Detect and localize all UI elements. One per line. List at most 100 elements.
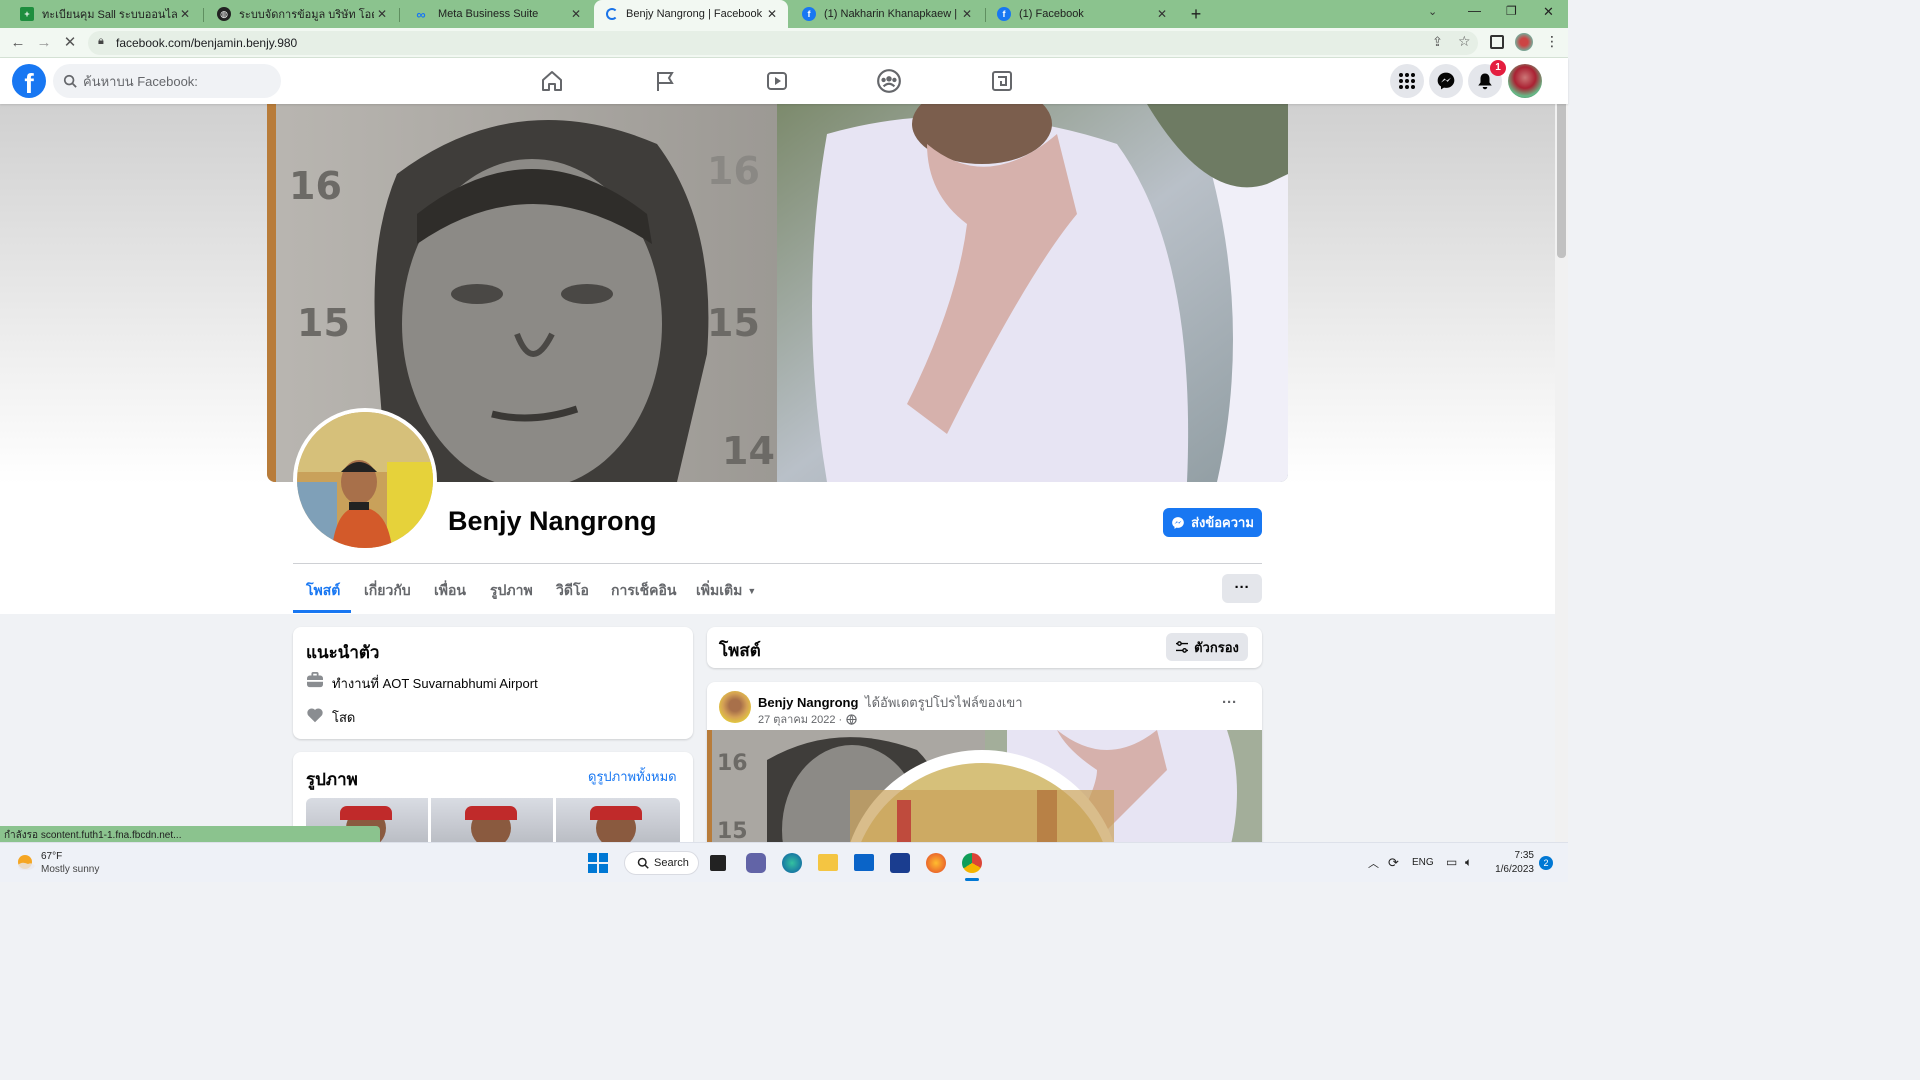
display-icon[interactable]: ▭ [1446,855,1457,869]
tab-more[interactable]: เพิ่มเติม ▼ [696,580,756,602]
tab-checkins[interactable]: การเช็คอิน [611,580,677,602]
post-menu-button[interactable]: ··· [1222,694,1237,711]
lock-icon[interactable]: 🔒︎ [98,35,104,48]
browser-tab-active[interactable]: Benjy Nangrong | Facebook ✕ [594,0,788,28]
browser-tab[interactable]: f (1) Nakharin Khanapkaew | Facet ✕ [790,0,983,28]
file-explorer-icon[interactable] [818,854,838,871]
active-app-indicator [965,878,979,881]
weather-desc[interactable]: Mostly sunny [41,864,99,875]
post-image[interactable]: 16 15 [707,730,1262,852]
tab-photos[interactable]: รูปภาพ [490,580,533,602]
caret-down-icon: ▼ [747,586,757,596]
close-icon[interactable]: ✕ [764,7,780,21]
close-icon[interactable]: ✕ [374,7,390,21]
facebook-logo[interactable]: f [12,64,46,98]
close-window-button[interactable]: ✕ [1543,4,1554,20]
facebook-icon: f [997,7,1011,21]
browser-tab[interactable]: ◍ ระบบจัดการข้อมูล บริษัท โอตลูกเอ็ด จ ✕ [205,0,398,28]
stop-loading-button[interactable]: ✕ [60,33,80,53]
notification-center-badge[interactable]: 2 [1539,856,1553,870]
close-icon[interactable]: ✕ [1154,7,1170,21]
edge-icon[interactable] [782,853,802,873]
browser-tab[interactable]: + ทะเบียนคุม Sall ระบบออนไลน์.xlsx - G ✕ [8,0,201,28]
mail-icon[interactable] [854,854,874,871]
volume-icon[interactable]: 🔈︎ [1465,855,1472,870]
weather-temp[interactable]: 67°F [41,851,62,862]
search-icon [63,74,77,88]
svg-text:16: 16 [717,751,748,776]
photos-title: รูปภาพ [306,770,358,789]
chevron-up-icon[interactable]: ︿ [1368,855,1379,871]
task-view-icon[interactable] [710,855,726,871]
nav-watch[interactable] [762,66,792,96]
nav-gaming[interactable] [987,66,1017,96]
sync-icon[interactable]: ⟳ [1388,855,1399,871]
send-message-button[interactable]: ส่งข้อความ [1163,508,1262,537]
tab-posts[interactable]: โพสต์ [306,580,340,602]
tab-more-label: เพิ่มเติม [696,582,743,598]
post-date[interactable]: 27 ตุลาคม 2022 · [758,710,842,728]
tab-title: (1) Nakharin Khanapkaew | Facet [824,8,959,20]
kebab-menu-icon[interactable]: ⋮ [1545,33,1559,50]
profile-more-button[interactable]: ··· [1222,574,1262,603]
share-icon[interactable]: ⇪ [1432,34,1443,50]
forward-button[interactable]: → [34,33,54,53]
filter-label: ตัวกรอง [1194,639,1239,655]
browser-tab[interactable]: ∞ Meta Business Suite ✕ [400,0,592,28]
tab-videos[interactable]: วิดีโอ [556,580,589,602]
browser-tab[interactable]: f (1) Facebook ✕ [985,0,1178,28]
close-icon[interactable]: ✕ [177,7,193,21]
post-card: Benjy Nangrong ได้อัพเดตรูปโปรไฟล์ของเขา… [707,682,1262,852]
search-input[interactable]: ค้นหาบน Facebook: [83,71,198,92]
bell-icon [1478,73,1492,90]
nav-groups[interactable] [874,66,904,96]
taskbar-search[interactable]: Search [624,851,699,875]
firefox-icon[interactable] [926,853,946,873]
sheets-icon: + [20,7,34,21]
menu-button[interactable] [1390,64,1424,98]
intro-card: แนะนำตัว ทำงานที่ AOT Suvarnabhumi Airpo… [293,627,693,739]
teams-icon[interactable] [746,853,766,873]
clock-time[interactable]: 7:35 [1494,850,1534,861]
tab-search-icon[interactable]: ⌄ [1428,5,1437,18]
restore-button[interactable]: ❐ [1506,4,1517,18]
chrome-icon[interactable] [962,853,982,873]
star-icon[interactable]: ☆ [1458,33,1471,50]
nav-pages[interactable] [650,66,680,96]
post-action: ได้อัพเดตรูปโปรไฟล์ของเขา [865,695,1023,710]
minimize-button[interactable]: — [1468,3,1481,18]
close-icon[interactable]: ✕ [959,7,975,21]
gaming-icon [992,71,1012,91]
app-icon[interactable] [890,853,910,873]
close-icon[interactable]: ✕ [568,7,584,21]
post-image-graphic: 16 15 [707,730,1262,852]
chrome-profile-avatar[interactable] [1515,33,1533,51]
post-author[interactable]: Benjy Nangrong [758,695,858,710]
account-avatar[interactable] [1508,64,1542,98]
messenger-button[interactable] [1429,64,1463,98]
intro-relationship: โสด [332,710,356,725]
profile-picture[interactable] [293,408,437,552]
windows-start-icon[interactable] [588,853,608,873]
intro-work: ทำงานที่ AOT Suvarnabhumi Airport [332,676,538,691]
back-button[interactable]: ← [8,33,28,53]
post-author-avatar[interactable] [719,691,751,723]
see-all-photos-link[interactable]: ดูรูปภาพทั้งหมด [588,766,677,787]
briefcase-icon [307,672,323,688]
nav-home[interactable] [537,66,567,96]
tab-about[interactable]: เกี่ยวกับ [364,580,411,602]
search-bar[interactable]: ค้นหาบน Facebook: [53,64,281,98]
omnibox[interactable]: 🔒︎ facebook.com/benjamin.benjy.980 ⇪ ☆ [88,31,1478,55]
profile-picture-image [297,412,433,548]
tab-title: ระบบจัดการข้อมูล บริษัท โอตลูกเอ็ด จ [239,9,374,21]
clock-date[interactable]: 1/6/2023 [1486,864,1534,875]
tab-friends[interactable]: เพื่อน [434,580,466,602]
messenger-icon [1172,516,1184,529]
globe-icon: ◍ [217,7,231,21]
sidepanel-icon[interactable] [1490,35,1504,49]
new-tab-button[interactable]: + [1186,4,1206,24]
url-text[interactable]: facebook.com/benjamin.benjy.980 [116,36,297,50]
scrollbar[interactable] [1555,58,1568,842]
filter-button[interactable]: ตัวกรอง [1166,633,1248,661]
language-indicator[interactable]: ENG [1412,857,1434,868]
